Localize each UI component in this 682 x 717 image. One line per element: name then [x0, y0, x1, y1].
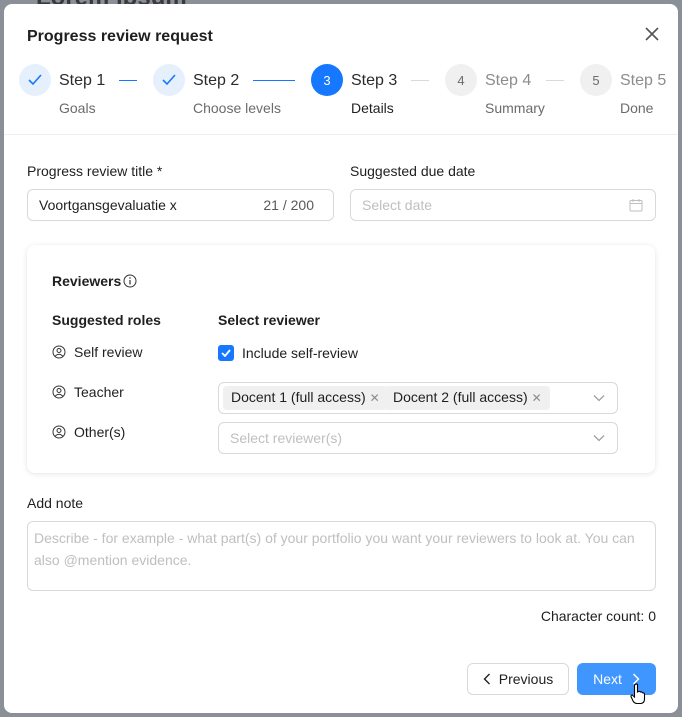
- role-self-review: Self review: [52, 344, 142, 360]
- note-placeholder: Describe - for example - what part(s) of…: [34, 530, 635, 568]
- step-4-label: Step 4: [485, 72, 532, 89]
- close-icon: [645, 27, 659, 41]
- reviewer-tag: Docent 1 (full access) ✕: [223, 386, 388, 410]
- other-reviewer-placeholder: Select reviewer(s): [230, 430, 343, 446]
- modal-title: Progress review request: [27, 28, 213, 45]
- step-5-label: Step 5: [620, 72, 667, 89]
- reviewer-tag-label: Docent 1 (full access): [231, 389, 366, 405]
- reviewers-card: Reviewers Suggested roles Select reviewe…: [27, 245, 655, 473]
- info-icon[interactable]: [123, 274, 137, 288]
- user-icon: [52, 385, 66, 399]
- title-input-value: Voortgansgevaluatie x: [39, 197, 177, 213]
- step-4-number: 4: [445, 64, 477, 96]
- chevron-down-icon: [593, 395, 605, 402]
- hand-cursor-icon: [630, 683, 646, 705]
- step-5-number: 5: [580, 64, 612, 96]
- step-1-label: Step 1: [59, 72, 106, 89]
- character-count: Character count: 0: [540, 608, 656, 624]
- step-2-subtitle: Choose levels: [193, 100, 281, 116]
- reviewers-heading: Reviewers: [52, 273, 122, 289]
- step-3-number: 3: [311, 64, 343, 96]
- step-4-subtitle: Summary: [485, 100, 545, 116]
- next-button-label: Next: [593, 671, 622, 687]
- step-3-subtitle: Details: [351, 100, 394, 116]
- step-connector: [119, 80, 137, 81]
- add-note-label: Add note: [27, 495, 84, 511]
- step-2-check-icon: [153, 64, 185, 96]
- reviewer-tag: Docent 2 (full access) ✕: [385, 386, 550, 410]
- role-label: Self review: [74, 344, 143, 360]
- chevron-left-icon: [483, 673, 490, 685]
- other-reviewer-select[interactable]: Select reviewer(s): [218, 422, 618, 454]
- due-date-label: Suggested due date: [350, 163, 476, 179]
- role-teacher: Teacher: [52, 384, 124, 400]
- user-icon: [52, 345, 66, 359]
- due-date-picker[interactable]: Select date: [350, 189, 656, 221]
- title-input[interactable]: Voortgansgevaluatie x 21 / 200: [27, 189, 334, 221]
- suggested-roles-heading: Suggested roles: [52, 312, 161, 328]
- reviewer-tag-label: Docent 2 (full access): [393, 389, 528, 405]
- remove-tag-icon[interactable]: ✕: [532, 391, 542, 405]
- calendar-icon: [629, 199, 643, 212]
- checkmark-icon: [221, 349, 231, 357]
- chevron-down-icon: [593, 435, 605, 442]
- teacher-reviewer-select[interactable]: Docent 1 (full access) ✕ Docent 2 (full a…: [218, 382, 618, 414]
- step-5-subtitle: Done: [620, 100, 654, 116]
- step-connector: [253, 80, 295, 81]
- header-divider: [4, 134, 678, 135]
- title-char-count: 21 / 200: [263, 197, 314, 213]
- include-self-review-checkbox[interactable]: [218, 345, 234, 361]
- role-label: Teacher: [74, 384, 124, 400]
- progress-review-modal: Progress review request Step 1 Goals Ste…: [4, 4, 678, 713]
- step-1-check-icon: [19, 64, 51, 96]
- step-connector: [411, 80, 429, 81]
- role-label: Other(s): [74, 424, 126, 440]
- role-others: Other(s): [52, 424, 125, 440]
- step-connector: [546, 80, 564, 81]
- remove-tag-icon[interactable]: ✕: [370, 391, 380, 405]
- step-2-label: Step 2: [193, 72, 240, 89]
- close-button[interactable]: [640, 22, 664, 46]
- due-date-placeholder: Select date: [362, 197, 433, 213]
- previous-button[interactable]: Previous: [467, 663, 569, 695]
- include-self-review-label[interactable]: Include self-review: [242, 345, 358, 361]
- step-1-subtitle: Goals: [59, 100, 96, 116]
- step-3-label: Step 3: [351, 72, 398, 89]
- select-reviewer-heading: Select reviewer: [218, 312, 320, 328]
- title-field-label: Progress review title *: [27, 163, 163, 179]
- user-icon: [52, 425, 66, 439]
- previous-button-label: Previous: [498, 671, 554, 687]
- note-textarea[interactable]: Describe - for example - what part(s) of…: [27, 521, 656, 591]
